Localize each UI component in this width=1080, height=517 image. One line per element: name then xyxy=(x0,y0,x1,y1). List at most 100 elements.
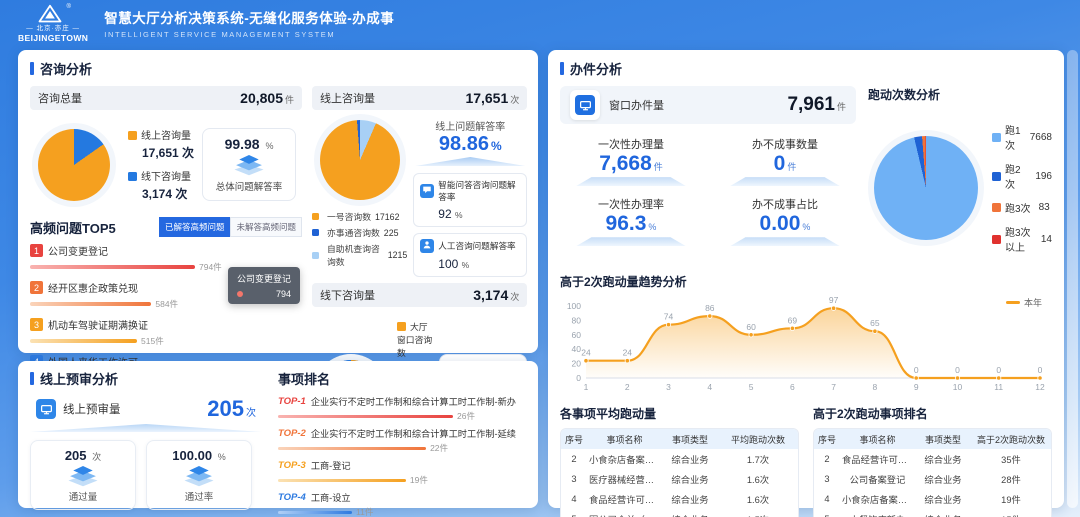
item-value: 26件 xyxy=(457,410,475,422)
table-cell: 综合业务 xyxy=(915,489,971,509)
legend-item[interactable]: 亦事通咨询数225 xyxy=(312,226,407,239)
table-row[interactable]: 5小餐饮店新办综合业务15件 xyxy=(814,509,1051,517)
tab-answered-faq[interactable]: 已解答高频问题 xyxy=(159,217,231,237)
total-consult-header: 咨询总量 20,805件 xyxy=(30,86,302,110)
table-row[interactable]: 3医疗器械经营许...综合业务1.6次 xyxy=(561,469,798,489)
total-consult-legend: 线上咨询量17,651 次线下咨询量 3,174 次 xyxy=(128,120,194,209)
run-count-section: 跑动次数分析 跑1次7668跑2次196跑3次83跑3次以上14 xyxy=(868,86,1052,263)
app-title: 智慧大厅分析决策系统-无缝化服务体验-办成事 xyxy=(104,7,394,27)
manual-consult-rate-card: 人工咨询问题解答率 100 % xyxy=(413,233,527,277)
legend-item[interactable]: 跑3次83 xyxy=(992,200,1052,215)
svg-text:9: 9 xyxy=(914,382,919,392)
dashboard-page: ® — 北京·亦庄 — BEIJINGETOWN 智慧大厅分析决策系统-无缝化服… xyxy=(0,0,1080,517)
total-consult-value: 20,805 xyxy=(240,90,283,106)
tooltip-dot xyxy=(237,291,243,297)
table-header: 序号事项名称事项类型高于2次跑动次数 xyxy=(814,429,1051,449)
table-row[interactable]: 4食品经营许可延续综合业务1.6次 xyxy=(561,489,798,509)
pedestal-shape xyxy=(730,177,840,186)
total-consult-label: 咨询总量 xyxy=(38,90,82,106)
table-cell: 综合业务 xyxy=(662,489,718,509)
overall-answer-rate-card: 99.98 % 总体问题解答率 xyxy=(202,128,296,201)
manual-rate-label: 人工咨询问题解答率 xyxy=(438,240,515,252)
svg-text:69: 69 xyxy=(788,315,798,325)
svg-text:65: 65 xyxy=(870,318,880,328)
svg-text:74: 74 xyxy=(664,312,674,322)
pedestal-shape xyxy=(576,177,686,186)
legend-swatch xyxy=(312,252,319,259)
column-header: 事项类型 xyxy=(662,429,718,449)
table-row[interactable]: 4小食杂店备案新办综合业务19件 xyxy=(814,489,1051,509)
table-cell: 综合业务 xyxy=(662,509,718,517)
window-volume-value: 7,961 xyxy=(787,94,835,115)
column-header: 事项名称 xyxy=(840,429,915,449)
ranking-item: TOP-1企业实行不定时工作制和综合计算工时工作制-新办26件 xyxy=(278,394,526,422)
svg-text:4: 4 xyxy=(707,382,712,392)
svg-text:24: 24 xyxy=(623,348,633,358)
monitor-icon xyxy=(575,95,595,115)
tab-unanswered-faq[interactable]: 未解答高频问题 xyxy=(230,217,302,237)
table-cell: 医疗器械经营许... xyxy=(587,469,662,489)
item-bar xyxy=(30,265,195,269)
legend-item[interactable]: 线下咨询量 3,174 次 xyxy=(128,168,194,202)
case-stats-column: 窗口办件量 7,961件 一次性办理量 7,668件 办不成事数量 0件 xyxy=(560,86,856,263)
table-cell: 综合业务 xyxy=(915,449,971,469)
legend-item[interactable]: 跑3次以上14 xyxy=(992,224,1052,254)
window-volume-label: 窗口办件量 xyxy=(609,97,778,113)
logo-english-text: BEIJINGETOWN xyxy=(18,34,88,43)
faq-top5-title: 高频问题TOP5 xyxy=(30,218,116,237)
svg-text:10: 10 xyxy=(953,382,963,392)
pass-volume-value: 205 xyxy=(65,448,87,463)
app-subtitle: INTELLIGENT SERVICE MANAGEMENT SYSTEM xyxy=(104,30,394,39)
overall-rate-value: 99.98 xyxy=(225,136,260,152)
legend-item[interactable]: 线上咨询量17,651 次 xyxy=(128,127,194,161)
table-row[interactable]: 5因公司合并（分...综合业务1.5次 xyxy=(561,509,798,517)
svg-text:24: 24 xyxy=(581,348,591,358)
svg-text:7: 7 xyxy=(831,382,836,392)
stat-failed-ratio: 办不成事占比 0.00% xyxy=(714,196,856,246)
legend-label: 线下咨询量 xyxy=(141,172,191,183)
legend-item[interactable]: 跑2次196 xyxy=(992,161,1052,191)
legend-value: 3,174 次 xyxy=(142,185,194,202)
stat-failed-count: 办不成事数量 0件 xyxy=(714,136,856,186)
legend-item[interactable]: 自助机查询咨询数1215 xyxy=(312,242,407,268)
legend-swatch xyxy=(128,131,137,140)
svg-text:0: 0 xyxy=(1038,365,1043,375)
item-value: 22件 xyxy=(430,442,448,454)
legend-value: 17,651 次 xyxy=(142,144,194,161)
consult-analysis-card: 咨询分析 咨询总量 20,805件 线上咨询量17,651 次线下咨询量 3,17… xyxy=(18,50,538,353)
scrollbar[interactable] xyxy=(1067,50,1078,508)
svg-text:86: 86 xyxy=(705,303,715,313)
window-volume-card: 窗口办件量 7,961件 xyxy=(560,86,856,124)
table-row[interactable]: 3公司备案登记综合业务28件 xyxy=(814,469,1051,489)
agent-person-icon xyxy=(420,239,434,253)
table-cell: 28件 xyxy=(971,469,1051,489)
column-header: 平均跑动次数 xyxy=(718,429,798,449)
legend-value: 225 xyxy=(384,228,399,238)
table-header: 序号事项名称事项类型平均跑动次数 xyxy=(561,429,798,449)
item-value: 584件 xyxy=(155,298,178,310)
svg-text:5: 5 xyxy=(749,382,754,392)
svg-text:97: 97 xyxy=(829,295,839,305)
legend-item[interactable]: 跑1次7668 xyxy=(992,122,1052,152)
table-cell: 4 xyxy=(561,489,587,509)
tooltip-series-name: 公司变更登记 xyxy=(237,272,291,285)
run-count-pie xyxy=(874,136,978,240)
svg-text:0: 0 xyxy=(955,365,960,375)
table-row[interactable]: 2食品经营许可新办综合业务35件 xyxy=(814,449,1051,469)
trend-legend-label: 本年 xyxy=(1024,296,1042,309)
trend-chart-area: 本年 0204060801001234567891011122424748660… xyxy=(560,292,1052,397)
pass-volume-card: 205 次 通过量 xyxy=(30,440,136,510)
rank-badge: 3 xyxy=(30,318,43,331)
svg-text:2: 2 xyxy=(625,382,630,392)
overall-rate-label: 总体问题解答率 xyxy=(206,179,292,193)
legend-item[interactable]: 一号咨询数17162 xyxy=(312,210,407,223)
table-cell: 因公司合并（分... xyxy=(587,509,662,517)
table-cell: 5 xyxy=(814,509,840,517)
table-cell: 1.7次 xyxy=(718,449,798,469)
table-cell: 1.6次 xyxy=(718,489,798,509)
item-value: 794件 xyxy=(199,261,222,273)
section-title-consult: 咨询分析 xyxy=(30,59,526,78)
table-row[interactable]: 2小食杂店备案新办综合业务1.7次 xyxy=(561,449,798,469)
trend-legend[interactable]: 本年 xyxy=(1006,296,1042,309)
table-cell: 1.5次 xyxy=(718,509,798,517)
